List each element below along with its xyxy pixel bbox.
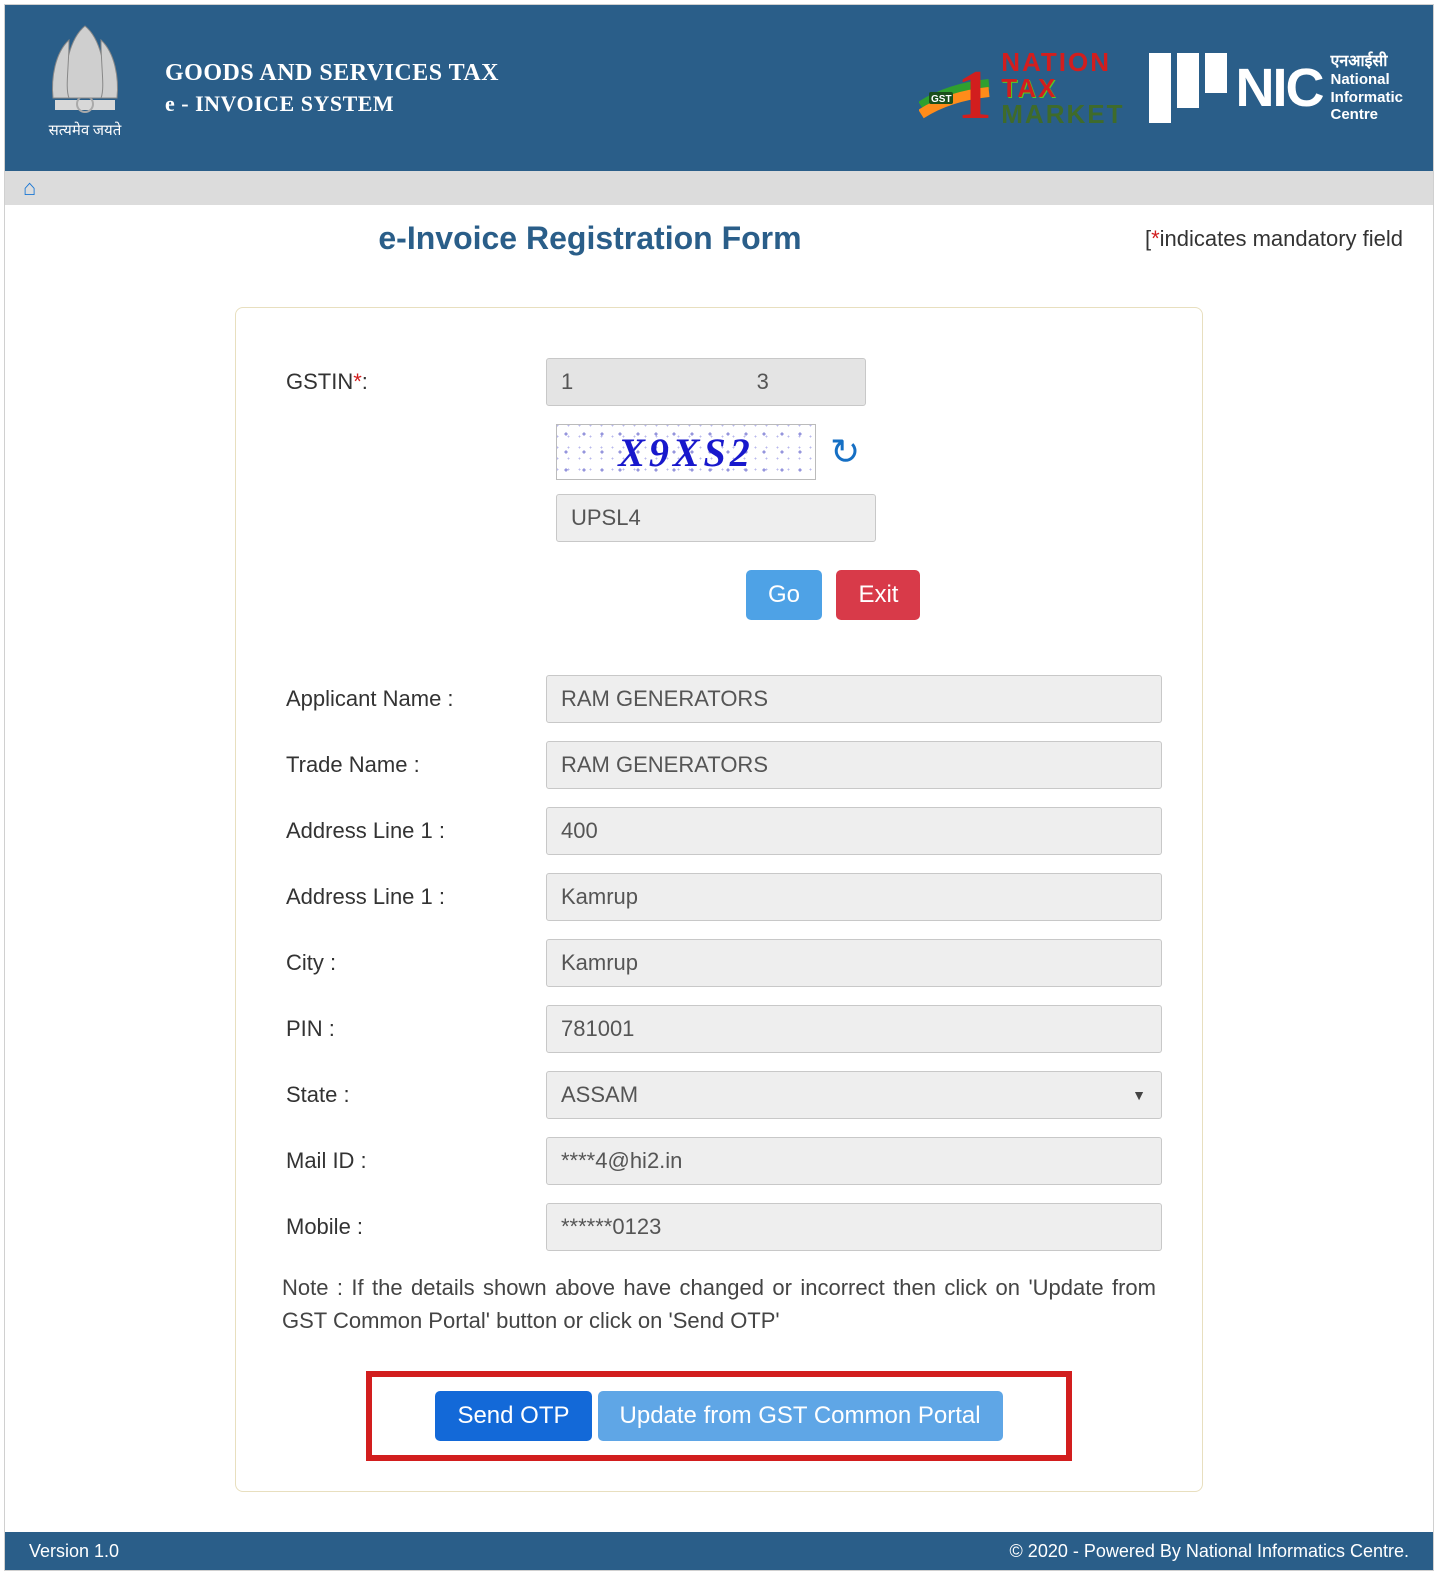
svg-text:1: 1 [957, 57, 992, 128]
mail-input[interactable] [546, 1137, 1162, 1185]
ashoka-emblem-icon [45, 18, 125, 118]
one-nation-tax-market-logo: 1 GST NATION TAX MARKET [919, 48, 1124, 128]
addr2-input[interactable] [546, 873, 1162, 921]
registration-panel: GSTIN*: X9XS2 ↻ Go Exit Applicant Name :… [235, 307, 1203, 1492]
row-mail: Mail ID : [276, 1137, 1162, 1185]
nic-en1: National [1330, 71, 1403, 88]
city-input[interactable] [546, 939, 1162, 987]
gstin-input[interactable] [546, 358, 866, 406]
footer-copyright: © 2020 - Powered By National Informatics… [1010, 1541, 1409, 1562]
refresh-captcha-icon[interactable]: ↻ [830, 431, 860, 473]
label-gstin: GSTIN*: [276, 369, 546, 395]
send-otp-button[interactable]: Send OTP [435, 1391, 591, 1441]
label-pin: PIN : [276, 1016, 546, 1042]
header: सत्यमेव जयते GOODS AND SERVICES TAX e - … [5, 5, 1433, 171]
label-state: State : [276, 1082, 546, 1108]
note-text: Note : If the details shown above have c… [276, 1271, 1162, 1337]
row-applicant: Applicant Name : [276, 675, 1162, 723]
state-select[interactable] [546, 1071, 1162, 1119]
emblem-caption: सत्यमेव जयते [49, 120, 122, 140]
row-captcha-image: X9XS2 ↻ [556, 424, 1162, 480]
title-bar: e-Invoice Registration Form [*indicates … [5, 205, 1433, 257]
header-title-line2: e - INVOICE SYSTEM [165, 89, 499, 119]
nic-en2: Informatic [1330, 89, 1403, 106]
mandatory-note: [*indicates mandatory field [1145, 226, 1403, 252]
ntm-market: MARKET [1001, 101, 1124, 127]
row-captcha-input [556, 494, 1162, 542]
label-mobile: Mobile : [276, 1214, 546, 1240]
national-emblem: सत्यमेव जयते [35, 18, 135, 158]
mandatory-star: * [1151, 226, 1160, 251]
row-go-exit: Go Exit [556, 570, 1162, 620]
svg-text:GST: GST [931, 94, 952, 105]
row-trade: Trade Name : [276, 741, 1162, 789]
exit-button[interactable]: Exit [836, 570, 920, 620]
label-addr1: Address Line 1 : [276, 818, 546, 844]
label-applicant: Applicant Name : [276, 686, 546, 712]
row-state: State : ▼ [276, 1071, 1162, 1119]
captcha-image: X9XS2 [556, 424, 816, 480]
header-title-line1: GOODS AND SERVICES TAX [165, 57, 499, 89]
nic-bars-icon [1149, 53, 1227, 123]
row-mobile: Mobile : [276, 1203, 1162, 1251]
home-icon[interactable]: ⌂ [23, 175, 36, 201]
nic-text-big: NIC [1235, 57, 1322, 119]
trade-input[interactable] [546, 741, 1162, 789]
row-addr2: Address Line 1 : [276, 873, 1162, 921]
navbar: ⌂ [5, 171, 1433, 205]
action-highlight-box: Send OTP Update from GST Common Portal [366, 1371, 1072, 1461]
addr1-input[interactable] [546, 807, 1162, 855]
ntm-tax: TAX [1001, 75, 1124, 101]
footer-version: Version 1.0 [29, 1541, 119, 1562]
nic-en3: Centre [1330, 106, 1403, 123]
label-addr2: Address Line 1 : [276, 884, 546, 910]
row-pin: PIN : [276, 1005, 1162, 1053]
page-title: e-Invoice Registration Form [35, 220, 1145, 257]
mobile-input[interactable] [546, 1203, 1162, 1251]
go-button[interactable]: Go [746, 570, 822, 620]
row-city: City : [276, 939, 1162, 987]
mandatory-text: indicates mandatory field [1160, 226, 1403, 251]
nic-logo: NIC एनआईसी National Informatic Centre [1149, 53, 1403, 123]
pin-input[interactable] [546, 1005, 1162, 1053]
nic-hindi: एनआईसी [1330, 53, 1403, 71]
ntm-nation: NATION [1001, 49, 1124, 75]
applicant-input[interactable] [546, 675, 1162, 723]
label-city: City : [276, 950, 546, 976]
footer: Version 1.0 © 2020 - Powered By National… [5, 1532, 1433, 1570]
header-title: GOODS AND SERVICES TAX e - INVOICE SYSTE… [165, 57, 499, 119]
label-trade: Trade Name : [276, 752, 546, 778]
row-gstin: GSTIN*: [276, 358, 1162, 406]
one-icon: 1 GST [919, 48, 999, 128]
captcha-input[interactable] [556, 494, 876, 542]
header-logos: 1 GST NATION TAX MARKET NIC [919, 48, 1403, 128]
row-addr1: Address Line 1 : [276, 807, 1162, 855]
label-mail: Mail ID : [276, 1148, 546, 1174]
update-from-gst-button[interactable]: Update from GST Common Portal [598, 1391, 1003, 1441]
